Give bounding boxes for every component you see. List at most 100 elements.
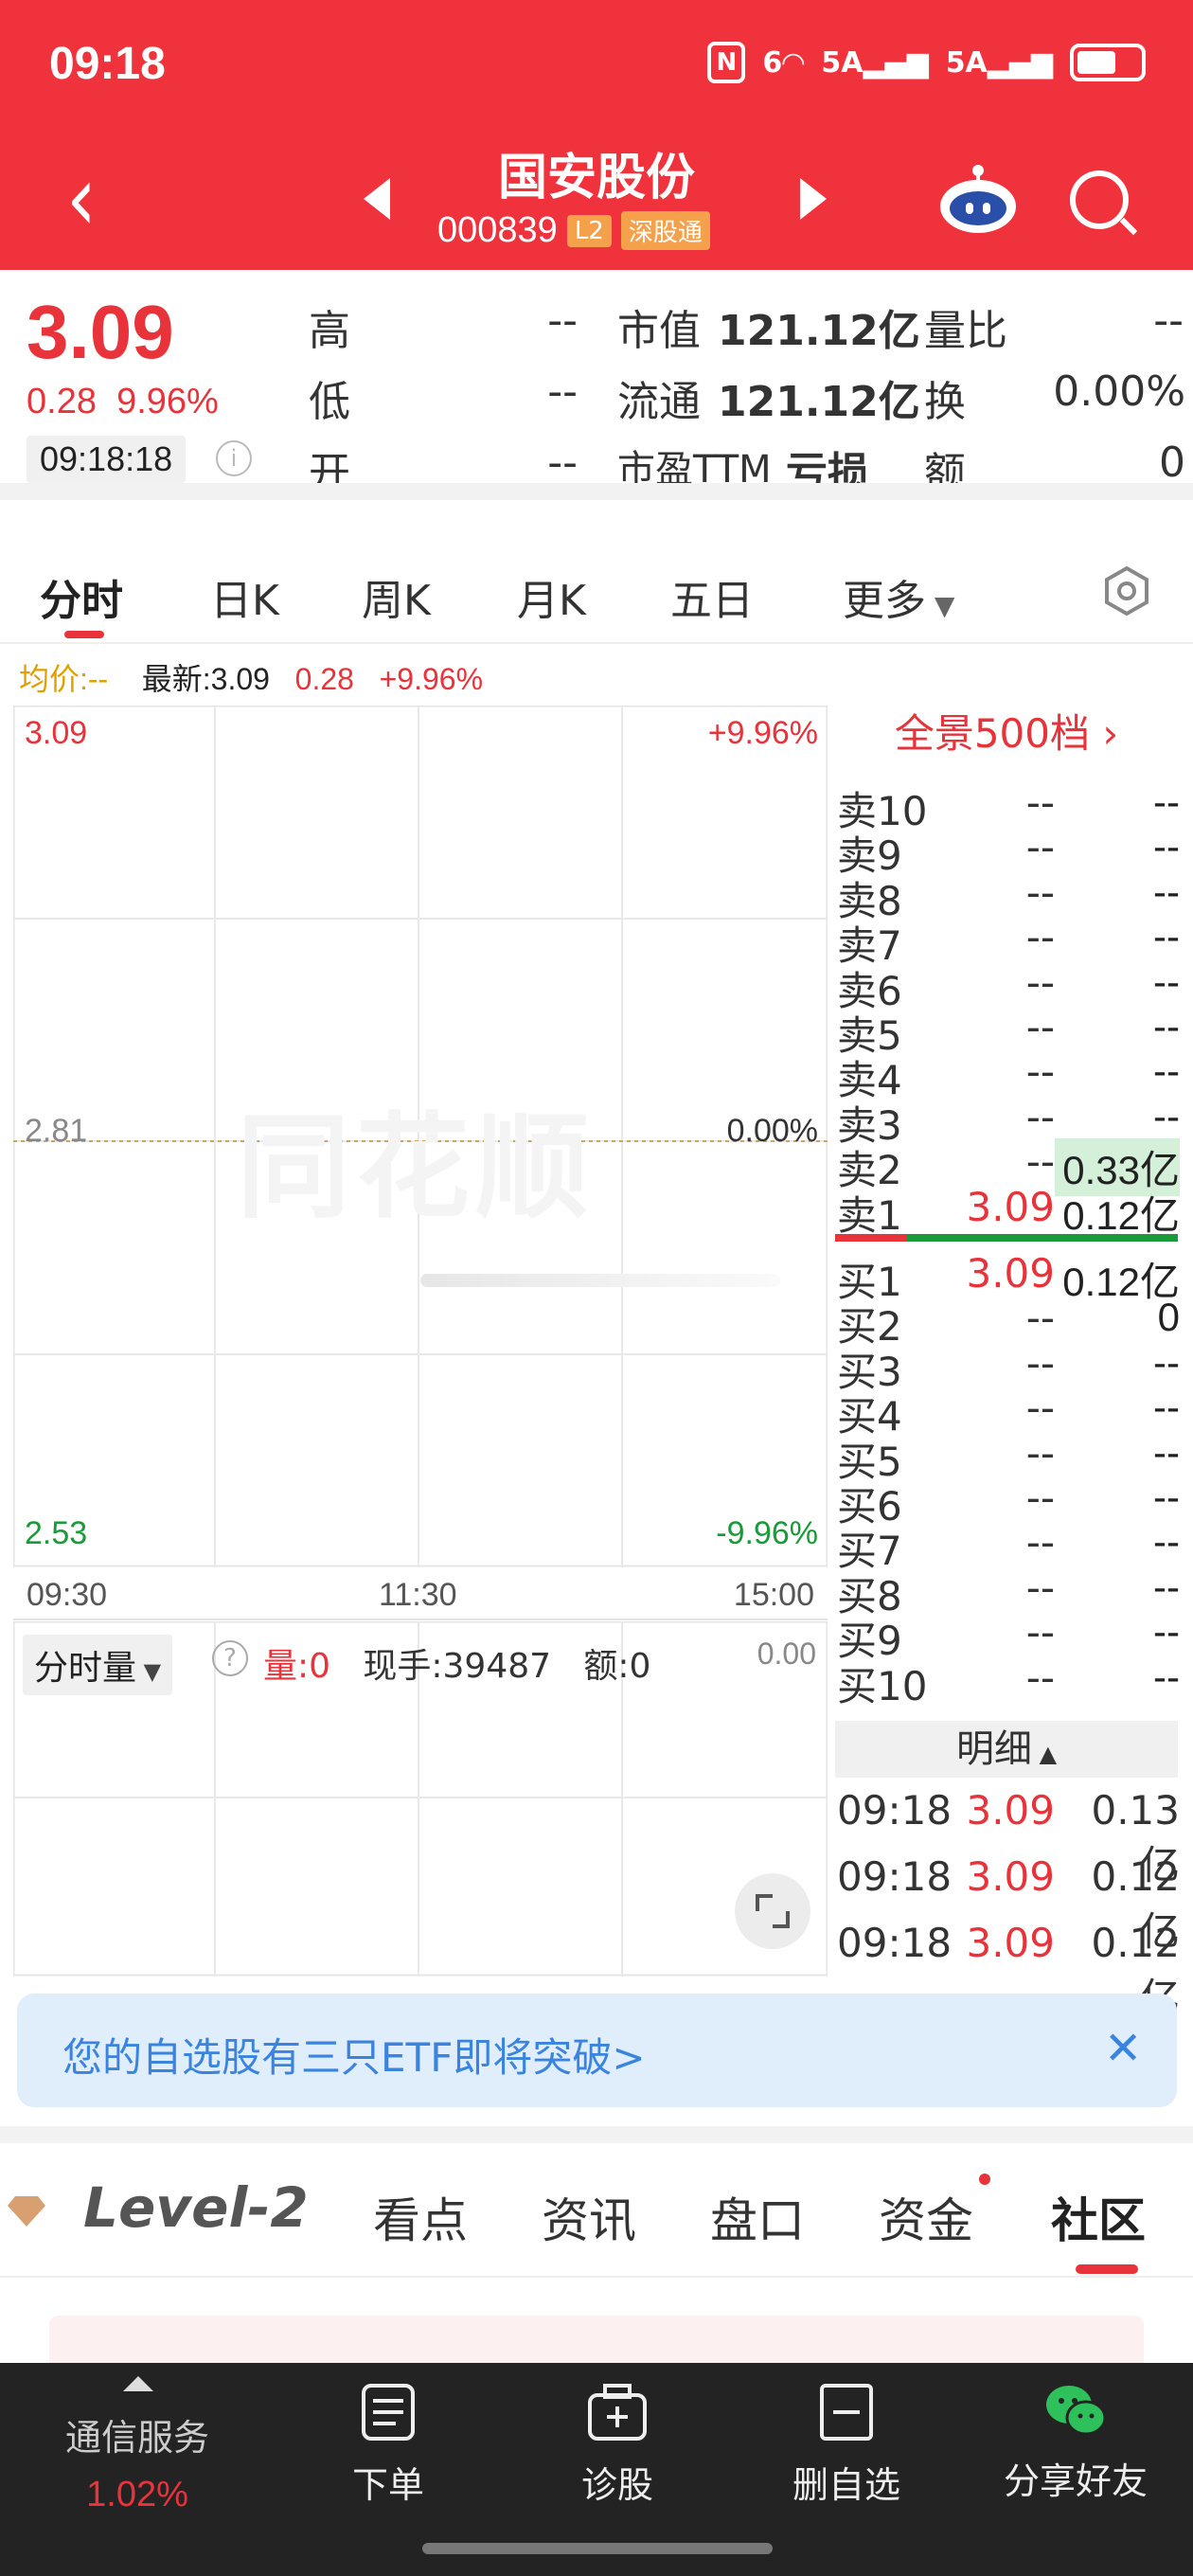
hand-label: 现手:39487 (363, 1647, 552, 1686)
buy-volume: -- (1153, 1475, 1180, 1519)
remove-watchlist-label: 删自选 (792, 2464, 900, 2506)
nav-bar: ‹ 国安股份 000839 L2 深股通 (0, 133, 1193, 270)
tab-weekly-k[interactable]: 周K (362, 566, 431, 627)
buy-order-row: 买5 -- -- (837, 1429, 1180, 1485)
tab-level2[interactable]: Level-2 (83, 2175, 309, 2240)
status-bar: 09:18 N 6◠ 5A▂▄▆ 5A▂▄▆ (0, 0, 1193, 142)
quote-value-open: -- (547, 438, 578, 487)
etf-promo-banner[interactable]: 您的自选股有三只ETF即将突破> ✕ (17, 1994, 1177, 2107)
quote-label-mktcap: 市值 (617, 307, 701, 355)
current-price: 3.09 (27, 290, 174, 374)
axis-price-mid: 2.81 (25, 1113, 88, 1149)
buy-price: -- (1025, 1429, 1055, 1476)
amount-label: 额:0 (583, 1647, 651, 1686)
sell-volume: -- (1153, 1093, 1180, 1138)
tab-daily-k[interactable]: 日K (210, 566, 279, 627)
buy-price: -- (1025, 1654, 1055, 1701)
buy-order-row: 买8 -- -- (837, 1565, 1180, 1619)
tab-community[interactable]: 社区 (1051, 2183, 1146, 2251)
axis-price-high: 3.09 (25, 715, 88, 751)
battery-icon (1070, 44, 1146, 81)
settings-icon[interactable] (1100, 564, 1153, 617)
tab-more[interactable]: 更多 ▼ (843, 566, 954, 627)
price-change: 0.28 9.96% (27, 382, 219, 422)
sell-price: 3.09 (966, 1183, 1055, 1230)
divider (0, 483, 1193, 500)
axis-pct-high: +9.96% (707, 715, 818, 751)
time-label-mid: 11:30 (379, 1577, 457, 1613)
diamond-icon (8, 2194, 45, 2228)
buy-order-row: 买2 -- 0 (837, 1295, 1180, 1350)
sell-order-row: 卖10 -- -- (837, 779, 1180, 834)
sector-button[interactable]: 通信服务 1.02% (0, 2363, 275, 2576)
sell-order-row: 卖9 -- -- (837, 824, 1180, 879)
search-icon[interactable] (1070, 170, 1129, 229)
axis-pct-mid: 0.00% (726, 1113, 818, 1149)
intraday-chart[interactable]: 同花顺 3.09 +9.96% 2.81 0.00% 2.53 -9.96% (13, 706, 828, 1567)
help-icon[interactable]: ? (212, 1640, 248, 1676)
sell-volume: -- (1153, 824, 1180, 869)
detail-time: 09:18 (837, 1920, 953, 1966)
fullscreen-icon[interactable] (735, 1873, 810, 1949)
remove-watchlist-button[interactable]: 删自选 (752, 2382, 941, 2508)
sell-buy-divider-green (907, 1234, 1178, 1242)
trade-detail-row: 09:18 3.09 0.13亿 (837, 1787, 1180, 1888)
tab-intraday[interactable]: 分时 (40, 566, 123, 627)
sell-level-label: 卖1 (837, 1191, 902, 1239)
tab-news[interactable]: 资讯 (542, 2183, 636, 2251)
chart-legend: 均价:-- 最新:3.09 0.28 +9.96% (19, 655, 483, 699)
sell-price: -- (1025, 868, 1055, 916)
latest-price-label: 最新:3.09 (141, 662, 270, 696)
diagnose-label: 诊股 (580, 2464, 653, 2506)
sell-order-row: 卖7 -- -- (837, 914, 1180, 969)
close-icon[interactable]: ✕ (1104, 2026, 1142, 2071)
diagnose-icon (588, 2384, 647, 2441)
tab-monthly-k[interactable]: 月K (517, 566, 586, 627)
buy-level-label: 买10 (837, 1662, 928, 1709)
volume-selector[interactable]: 分时量 ▼ (23, 1635, 173, 1695)
diagnose-button[interactable]: 诊股 (523, 2382, 712, 2508)
sector-pct: 1.02% (86, 2475, 188, 2514)
subtab-active-indicator (1076, 2264, 1138, 2274)
status-icons: N 6◠ 5A▂▄▆ 5A▂▄▆ (707, 42, 1146, 83)
quote-value-amount: 0 (1159, 438, 1185, 487)
sell-price: -- (1025, 958, 1055, 1006)
trade-detail-row: 09:183.090.12亿 (837, 1920, 1180, 2021)
tab-handicap[interactable]: 盘口 (710, 2183, 805, 2251)
info-icon[interactable]: i (216, 440, 252, 476)
volume-panel: 分时量 ▼ ? 量:0 现手:39487 额:0 0.00 (13, 1621, 828, 1977)
detail-header[interactable]: 明细 ▲ (835, 1721, 1178, 1778)
quote-label-high: 高 (309, 307, 350, 355)
quote-value-volratio: -- (1153, 296, 1184, 345)
next-stock-icon[interactable] (800, 178, 827, 220)
banner-text: 您的自选股有三只ETF即将突破> (62, 2034, 646, 2081)
quote-label-turnover: 换 (924, 378, 966, 426)
buy-price: -- (1025, 1339, 1055, 1386)
sell-volume: -- (1153, 1048, 1180, 1094)
full-depth-link[interactable]: 全景500档 › (831, 706, 1182, 762)
share-button[interactable]: 分享好友 (981, 2382, 1170, 2504)
sell-order-row: 卖1 3.09 0.12亿 (837, 1183, 1180, 1239)
tab-funds[interactable]: 资金 (879, 2183, 973, 2251)
divider (0, 2126, 1193, 2143)
header: 09:18 N 6◠ 5A▂▄▆ 5A▂▄▆ ‹ 国安股份 000839 L2 … (0, 0, 1193, 270)
quote-time: 09:18:18 (27, 436, 187, 483)
sell-order-row: 卖2 -- 0.33亿 (837, 1138, 1180, 1197)
quote-panel: 3.09 0.28 9.96% 09:18:18 i 高 -- 低 -- 开 -… (0, 270, 1193, 497)
quote-value-high: -- (547, 296, 578, 345)
watermark: 同花顺 (237, 1102, 595, 1234)
level2-tag: L2 (566, 214, 612, 247)
buy-order-row: 买4 -- -- (837, 1385, 1180, 1440)
tab-highlights[interactable]: 看点 (373, 2183, 468, 2251)
detail-time: 09:18 (837, 1787, 953, 1834)
back-icon[interactable]: ‹ (66, 152, 97, 244)
tab-five-day[interactable]: 五日 (670, 566, 754, 627)
sell-price: -- (1025, 914, 1055, 961)
buy-price: -- (1025, 1475, 1055, 1521)
sell-price: -- (1025, 1004, 1055, 1050)
buy-volume: -- (1153, 1609, 1180, 1655)
loading-bar (420, 1274, 780, 1287)
order-button[interactable]: 下单 (294, 2382, 483, 2508)
robot-assistant-icon[interactable] (937, 163, 1019, 235)
prev-stock-icon[interactable] (364, 178, 390, 220)
